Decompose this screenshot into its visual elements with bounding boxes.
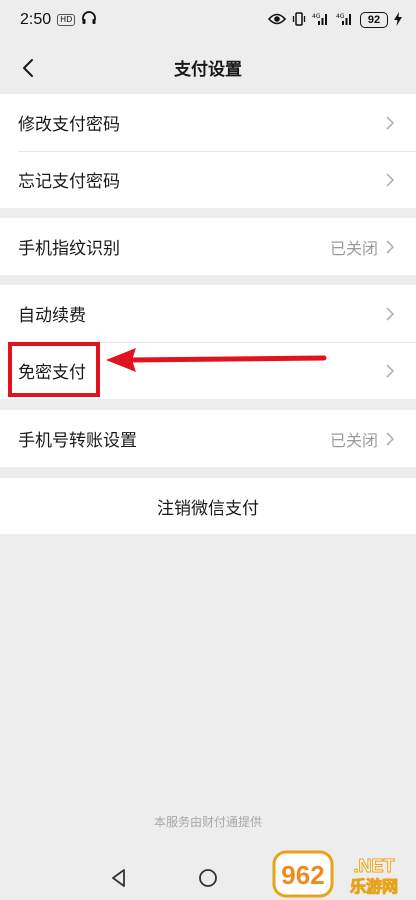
status-time: 2:50	[20, 11, 52, 28]
auto-renew-row[interactable]: 自动续费	[0, 285, 416, 342]
hd-badge-icon: HD	[57, 14, 76, 26]
headphones-icon	[81, 10, 97, 30]
chevron-right-icon	[386, 363, 396, 379]
fingerprint-row[interactable]: 手机指纹识别 已关闭	[0, 218, 416, 275]
password-group: 修改支付密码 忘记支付密码	[0, 94, 416, 208]
watermark-brand-number: 962	[281, 860, 324, 890]
status-bar: 2:50 HD 4G 4G 92	[0, 0, 416, 40]
nav-bar: 支付设置	[0, 40, 416, 94]
watermark-brand-domain: .NET	[353, 856, 394, 876]
chevron-right-icon	[386, 431, 396, 447]
red-arrow-icon	[106, 348, 327, 372]
phone-transfer-status: 已关闭	[329, 430, 378, 450]
chevron-right-icon	[386, 172, 396, 188]
chevron-right-icon	[386, 115, 396, 131]
fingerprint-group: 手机指纹识别 已关闭	[0, 218, 416, 275]
phone-transfer-row[interactable]: 手机号转账设置 已关闭	[0, 410, 416, 467]
watermark-logo: 962 .NET 乐游网	[272, 850, 399, 898]
status-left: 2:50 HD	[20, 10, 97, 30]
chevron-right-icon	[386, 306, 396, 322]
signal-4g-icon: 4G	[312, 11, 330, 30]
auto-renew-label: 自动续费	[18, 306, 86, 326]
watermark-subtitle: 乐游网	[350, 877, 398, 896]
change-password-row[interactable]: 修改支付密码	[0, 94, 416, 151]
phone-transfer-label: 手机号转账设置	[18, 431, 137, 451]
charging-icon	[394, 11, 402, 30]
chevron-right-icon	[386, 239, 396, 255]
vibrate-icon	[292, 11, 306, 30]
cancel-wechat-pay-button[interactable]: 注销微信支付	[0, 478, 416, 534]
svg-text:4G: 4G	[336, 13, 345, 20]
phone-transfer-group: 手机号转账设置 已关闭	[0, 410, 416, 467]
chevron-left-icon	[23, 59, 33, 77]
svg-text:4G: 4G	[312, 13, 321, 20]
back-button[interactable]	[8, 48, 48, 88]
cancel-group: 注销微信支付	[0, 478, 416, 534]
battery-icon: 92	[360, 12, 388, 28]
highlight-box	[8, 342, 100, 397]
eye-icon	[267, 11, 287, 30]
fingerprint-label: 手机指纹识别	[18, 239, 120, 259]
forgot-password-row[interactable]: 忘记支付密码	[0, 151, 416, 208]
triangle-back-icon	[112, 869, 125, 887]
signal-4g-icon-2: 4G	[336, 11, 354, 30]
footer-note: 本服务由财付通提供	[153, 815, 262, 829]
status-right: 4G 4G 92	[267, 11, 402, 30]
system-back-button[interactable]	[107, 866, 131, 890]
page-title: 支付设置	[174, 59, 242, 80]
circle-home-icon	[199, 869, 217, 887]
fingerprint-status: 已关闭	[329, 238, 378, 258]
system-home-button[interactable]	[196, 866, 220, 890]
forgot-password-label: 忘记支付密码	[18, 172, 120, 192]
change-password-label: 修改支付密码	[18, 115, 120, 135]
